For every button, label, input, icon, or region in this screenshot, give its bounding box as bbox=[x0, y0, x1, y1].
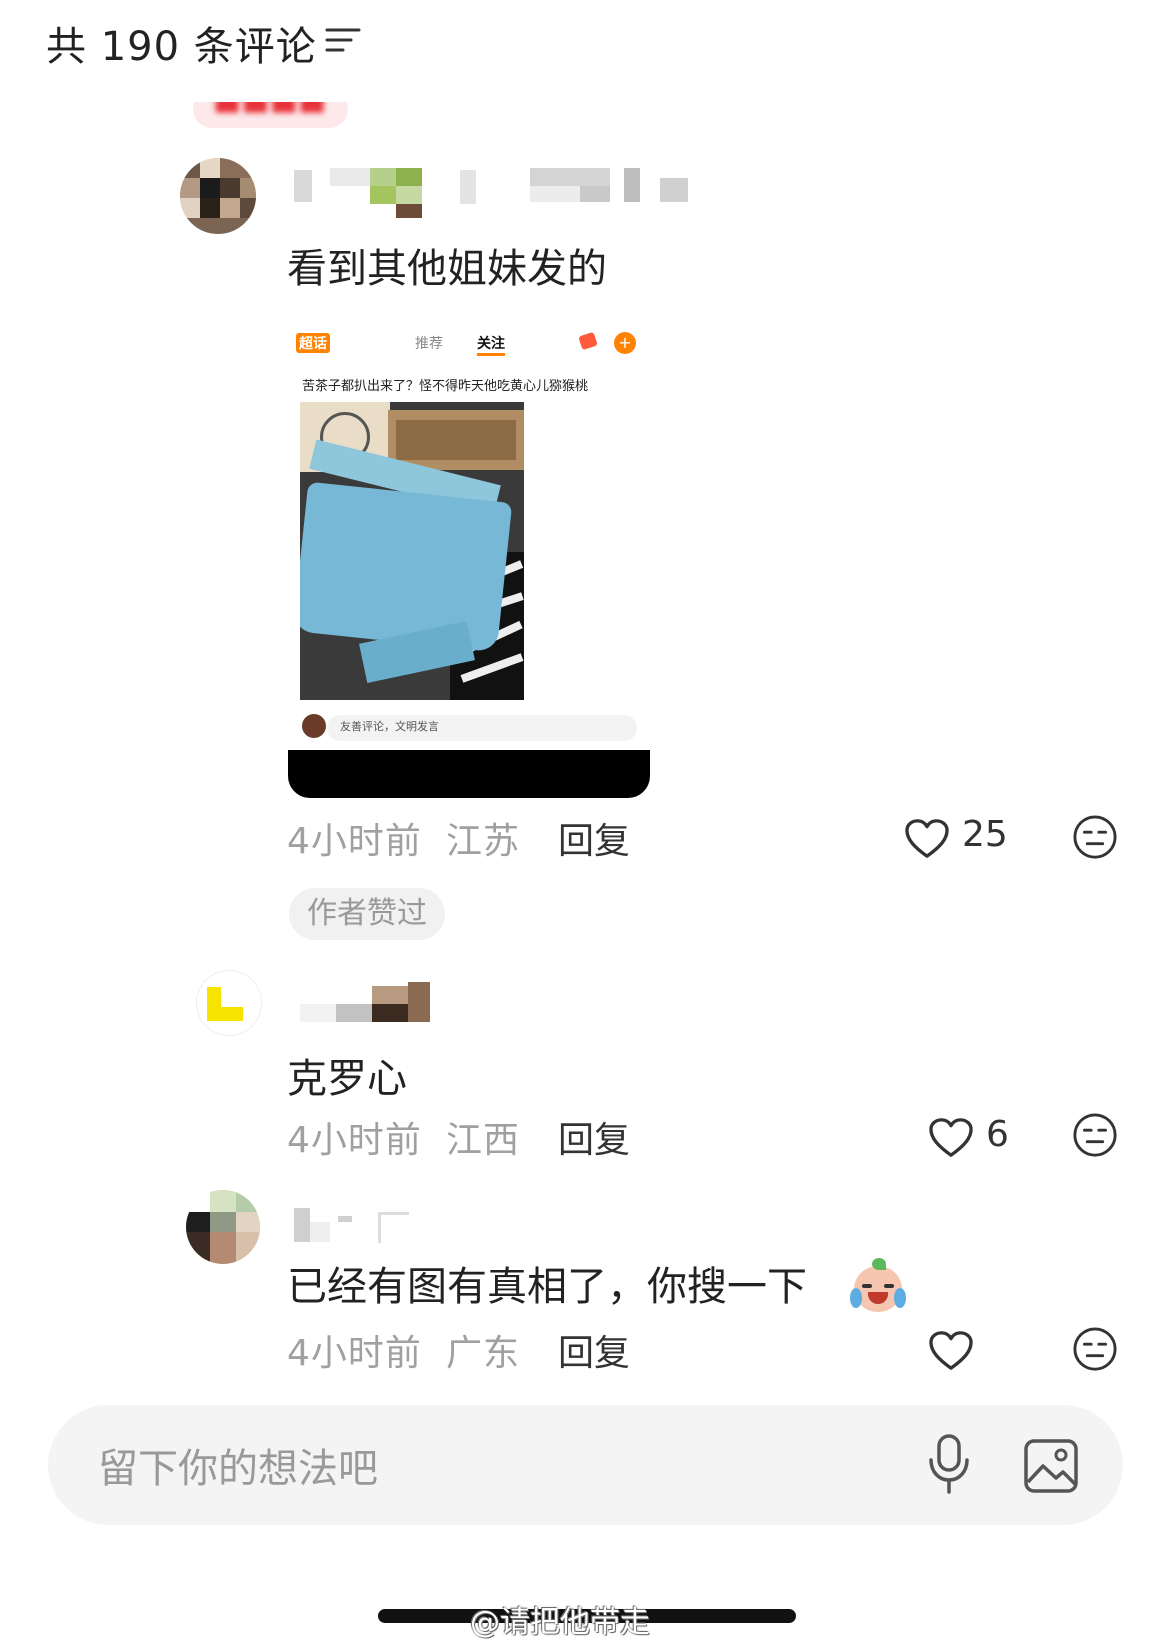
list-top-mask bbox=[0, 72, 1169, 102]
comment-time: 4小时前 bbox=[287, 1333, 422, 1374]
comment-location: 江西 bbox=[446, 1120, 521, 1161]
post-photo bbox=[300, 402, 524, 700]
avatar[interactable] bbox=[180, 158, 256, 234]
comment-location: 江苏 bbox=[446, 821, 521, 862]
microphone-icon[interactable] bbox=[925, 1432, 973, 1496]
avatar[interactable] bbox=[186, 1190, 260, 1264]
post-caption: 苦茶子都扒出来了？怪不得昨天他吃黄心儿猕猴桃 bbox=[302, 379, 589, 394]
emoji-reaction-icon[interactable] bbox=[1072, 1326, 1118, 1372]
username-redacted[interactable] bbox=[294, 168, 714, 220]
heart-icon[interactable] bbox=[928, 1117, 974, 1159]
comment-input-placeholder: 留下你的想法吧 bbox=[98, 1446, 378, 1492]
heart-icon[interactable] bbox=[904, 818, 950, 860]
username-redacted[interactable] bbox=[294, 1208, 414, 1248]
like-count: 6 bbox=[986, 1114, 1009, 1155]
emoji-reaction-icon[interactable] bbox=[1072, 1112, 1118, 1158]
tab-following: 关注 bbox=[477, 333, 505, 356]
avatar[interactable] bbox=[196, 970, 262, 1036]
filter-icon[interactable] bbox=[325, 26, 361, 54]
post-comment-placeholder: 友善评论，文明发言 bbox=[340, 720, 439, 733]
comment-time: 4小时前 bbox=[287, 821, 422, 862]
reply-button[interactable]: 回复 bbox=[558, 1324, 630, 1376]
plus-icon: + bbox=[614, 332, 636, 354]
comment-list-viewport: 已经有图有真相了，你搜一下 4小时前 广东 回复 bbox=[0, 1170, 1169, 1380]
image-bottom-edge bbox=[288, 750, 650, 798]
comment-count-title: 共 190 条评论 bbox=[46, 24, 317, 70]
tab-chaohua: 超话 bbox=[296, 333, 330, 353]
author-liked-badge: 作者赞过 bbox=[289, 888, 445, 940]
image-picker-icon[interactable] bbox=[1023, 1438, 1079, 1494]
tab-recommend: 推荐 bbox=[415, 336, 443, 352]
comment-text: 克罗心 bbox=[287, 1056, 407, 1102]
weibo-watermark: @请把他带走 bbox=[470, 1605, 650, 1640]
heart-icon[interactable] bbox=[928, 1330, 974, 1372]
comment-time: 4小时前 bbox=[287, 1120, 422, 1161]
reply-button[interactable]: 回复 bbox=[558, 812, 630, 864]
comment-text: 看到其他姐妹发的 bbox=[287, 246, 607, 292]
like-count: 25 bbox=[962, 814, 1008, 855]
post-avatar bbox=[302, 714, 326, 738]
comment-text: 已经有图有真相了，你搜一下 bbox=[287, 1264, 807, 1310]
emoji-reaction-icon[interactable] bbox=[1072, 814, 1118, 860]
username-redacted[interactable] bbox=[300, 982, 440, 1028]
comment-location: 广东 bbox=[446, 1333, 521, 1374]
reply-button[interactable]: 回复 bbox=[558, 1111, 630, 1163]
crying-emoji-icon bbox=[850, 1258, 906, 1314]
